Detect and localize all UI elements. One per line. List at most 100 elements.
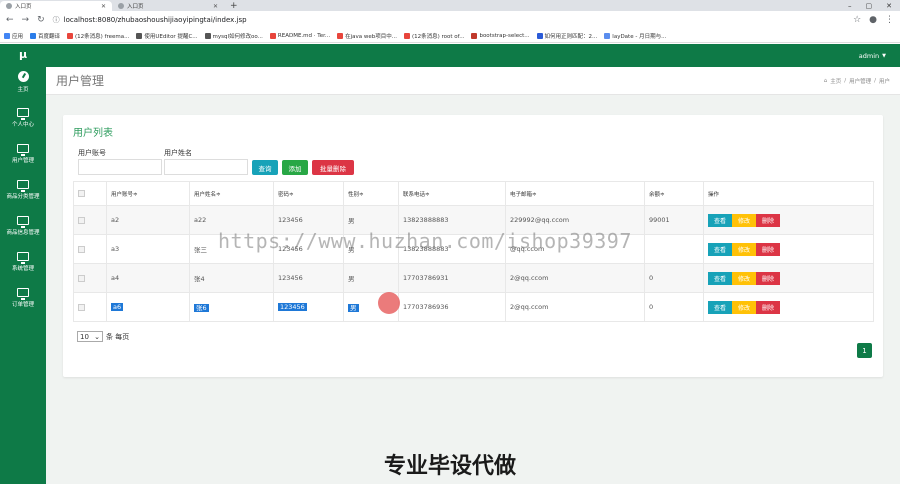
tab-close-icon[interactable]: ✕: [213, 3, 218, 10]
col-name[interactable]: 用户姓名≑: [189, 181, 274, 206]
cell-email: 2@qq.ccom: [505, 292, 645, 322]
cell-account: a3: [106, 234, 190, 264]
bookmark-favicon-icon: [30, 32, 37, 39]
col-phone[interactable]: 联系电话≑: [398, 181, 506, 206]
breadcrumb-home[interactable]: 主页: [830, 77, 841, 85]
sidebar-item[interactable]: 商品分类管理: [0, 172, 46, 208]
minimize-icon[interactable]: –: [848, 2, 852, 10]
sidebar-item[interactable]: 个人中心: [0, 100, 46, 136]
card-title: 用户列表: [73, 128, 113, 139]
batch-delete-button[interactable]: 批量删除: [312, 160, 354, 175]
view-button[interactable]: 查看: [708, 213, 732, 227]
bookmark-label: 在java web项目中...: [345, 33, 397, 40]
sidebar-item-label: 主页: [17, 87, 29, 93]
browser-tab-2[interactable]: 入口页 ✕: [112, 1, 224, 11]
row-checkbox[interactable]: [78, 216, 85, 224]
caret-down-icon[interactable]: ▼: [882, 53, 886, 59]
bookmark-item[interactable]: README.md · Ter...: [269, 32, 330, 39]
maximize-icon[interactable]: ▢: [866, 2, 873, 10]
row-checkbox[interactable]: [78, 245, 85, 253]
col-gender[interactable]: 性别≑: [343, 181, 399, 206]
window-controls: – ▢ ✕: [848, 2, 900, 10]
cell-phone: 17703786936: [398, 292, 506, 322]
url-field[interactable]: ⓘ localhost:8080/zhubaoshoushijiaoyiping…: [53, 15, 845, 25]
bookmark-item[interactable]: 在java web项目中...: [337, 32, 397, 40]
bookmark-label: bootstrap-select...: [479, 32, 530, 39]
bookmark-item[interactable]: 百度翻译: [30, 32, 60, 40]
col-password[interactable]: 密码≑: [273, 181, 344, 206]
col-balance[interactable]: 余额≑: [644, 181, 704, 206]
monitor-icon: [17, 216, 29, 228]
bookmark-item[interactable]: layDate - 月日期与...: [604, 32, 666, 40]
monitor-icon: [17, 144, 29, 156]
select-all-checkbox[interactable]: [78, 190, 85, 197]
breadcrumb-module[interactable]: 用户管理: [849, 77, 871, 85]
bookmark-favicon-icon: [4, 32, 10, 39]
page-header: 用户管理 ⌂ 主页 / 用户管理 / 用户: [46, 67, 900, 95]
user-menu[interactable]: admin: [859, 52, 879, 60]
col-email[interactable]: 电子邮箱≑: [505, 181, 645, 206]
name-filter-input[interactable]: [164, 159, 248, 175]
bookmarks-bar: 应用 百度翻译 (12条消息) freema... 使用UEditor 提醒C... m…: [0, 29, 900, 43]
view-button[interactable]: 查看: [708, 300, 732, 314]
sidebar-item[interactable]: 系统管理: [0, 244, 46, 280]
new-tab-button[interactable]: +: [224, 1, 244, 11]
delete-button[interactable]: 删除: [756, 242, 780, 256]
menu-kebab-icon[interactable]: ⋮: [885, 15, 894, 25]
breadcrumb: ⌂ 主页 / 用户管理 / 用户: [824, 77, 890, 85]
bookmark-item[interactable]: 如何用正则匹配：2...: [536, 32, 597, 40]
bookmark-favicon-icon: [136, 32, 143, 39]
top-bar: admin ▼: [46, 44, 900, 67]
search-button[interactable]: 查询: [252, 160, 278, 175]
sidebar-item[interactable]: 用户管理: [0, 136, 46, 172]
edit-button[interactable]: 修改: [732, 213, 756, 227]
view-button[interactable]: 查看: [708, 271, 732, 285]
browser-tab-1[interactable]: 入口页 ✕: [0, 1, 112, 11]
forward-icon[interactable]: →: [22, 15, 30, 25]
cell-gender-text: 男: [348, 304, 359, 312]
bookmark-label: 百度翻译: [38, 33, 61, 40]
row-checkbox[interactable]: [78, 303, 85, 311]
delete-button[interactable]: 删除: [756, 213, 780, 227]
sidebar-item[interactable]: 订单管理: [0, 280, 46, 316]
edit-button[interactable]: 修改: [732, 242, 756, 256]
cell-name-text: a22: [194, 216, 207, 224]
cell-name-text: 张6: [194, 304, 209, 312]
close-window-icon[interactable]: ✕: [886, 2, 892, 10]
sidebar-item-label: 商品信息管理: [6, 230, 40, 236]
bookmark-item[interactable]: (12条消息) root of...: [403, 32, 465, 40]
pagination-page-1[interactable]: 1: [857, 343, 872, 358]
tab-close-icon[interactable]: ✕: [101, 3, 106, 10]
sidebar-item[interactable]: 商品信息管理: [0, 208, 46, 244]
browser-tab-bar: 入口页 ✕ 入口页 ✕ + – ▢ ✕: [0, 0, 900, 11]
view-button[interactable]: 查看: [708, 242, 732, 256]
page-size-select[interactable]: 10 ⌄: [77, 331, 103, 342]
account-filter-input[interactable]: [78, 159, 162, 175]
bookmark-item[interactable]: mysql如何修改oo...: [204, 32, 263, 40]
sidebar-item[interactable]: 主页: [0, 64, 46, 100]
bookmark-item[interactable]: (12条消息) freema...: [67, 32, 129, 40]
info-icon[interactable]: ⓘ: [53, 15, 60, 25]
page-size-value: 10: [80, 332, 89, 341]
bookmark-star-icon[interactable]: ☆: [853, 15, 861, 25]
col-account[interactable]: 用户账号≑: [106, 181, 190, 206]
bookmark-favicon-icon: [67, 32, 74, 39]
bookmark-item[interactable]: bootstrap-select...: [471, 32, 530, 39]
page-size-suffix: 条 每页: [106, 332, 130, 341]
row-checkbox[interactable]: [78, 274, 85, 282]
bookmark-item[interactable]: 使用UEditor 提醒C...: [136, 32, 198, 40]
bookmark-label: (12条消息) root of...: [411, 33, 465, 40]
back-icon[interactable]: ←: [6, 15, 14, 25]
bookmark-item[interactable]: 应用: [4, 32, 23, 40]
add-button[interactable]: 添加: [282, 160, 308, 175]
edit-button[interactable]: 修改: [732, 271, 756, 285]
bookmark-favicon-icon: [337, 32, 344, 39]
page-size-control: 10 ⌄ 条 每页: [77, 331, 129, 342]
profile-icon[interactable]: ●: [869, 15, 877, 25]
reload-icon[interactable]: ↻: [37, 15, 45, 25]
edit-button[interactable]: 修改: [732, 300, 756, 314]
page-title: 用户管理: [56, 74, 105, 88]
cell-balance-text: 99001: [649, 216, 670, 224]
delete-button[interactable]: 删除: [756, 271, 780, 285]
delete-button[interactable]: 删除: [756, 300, 780, 314]
